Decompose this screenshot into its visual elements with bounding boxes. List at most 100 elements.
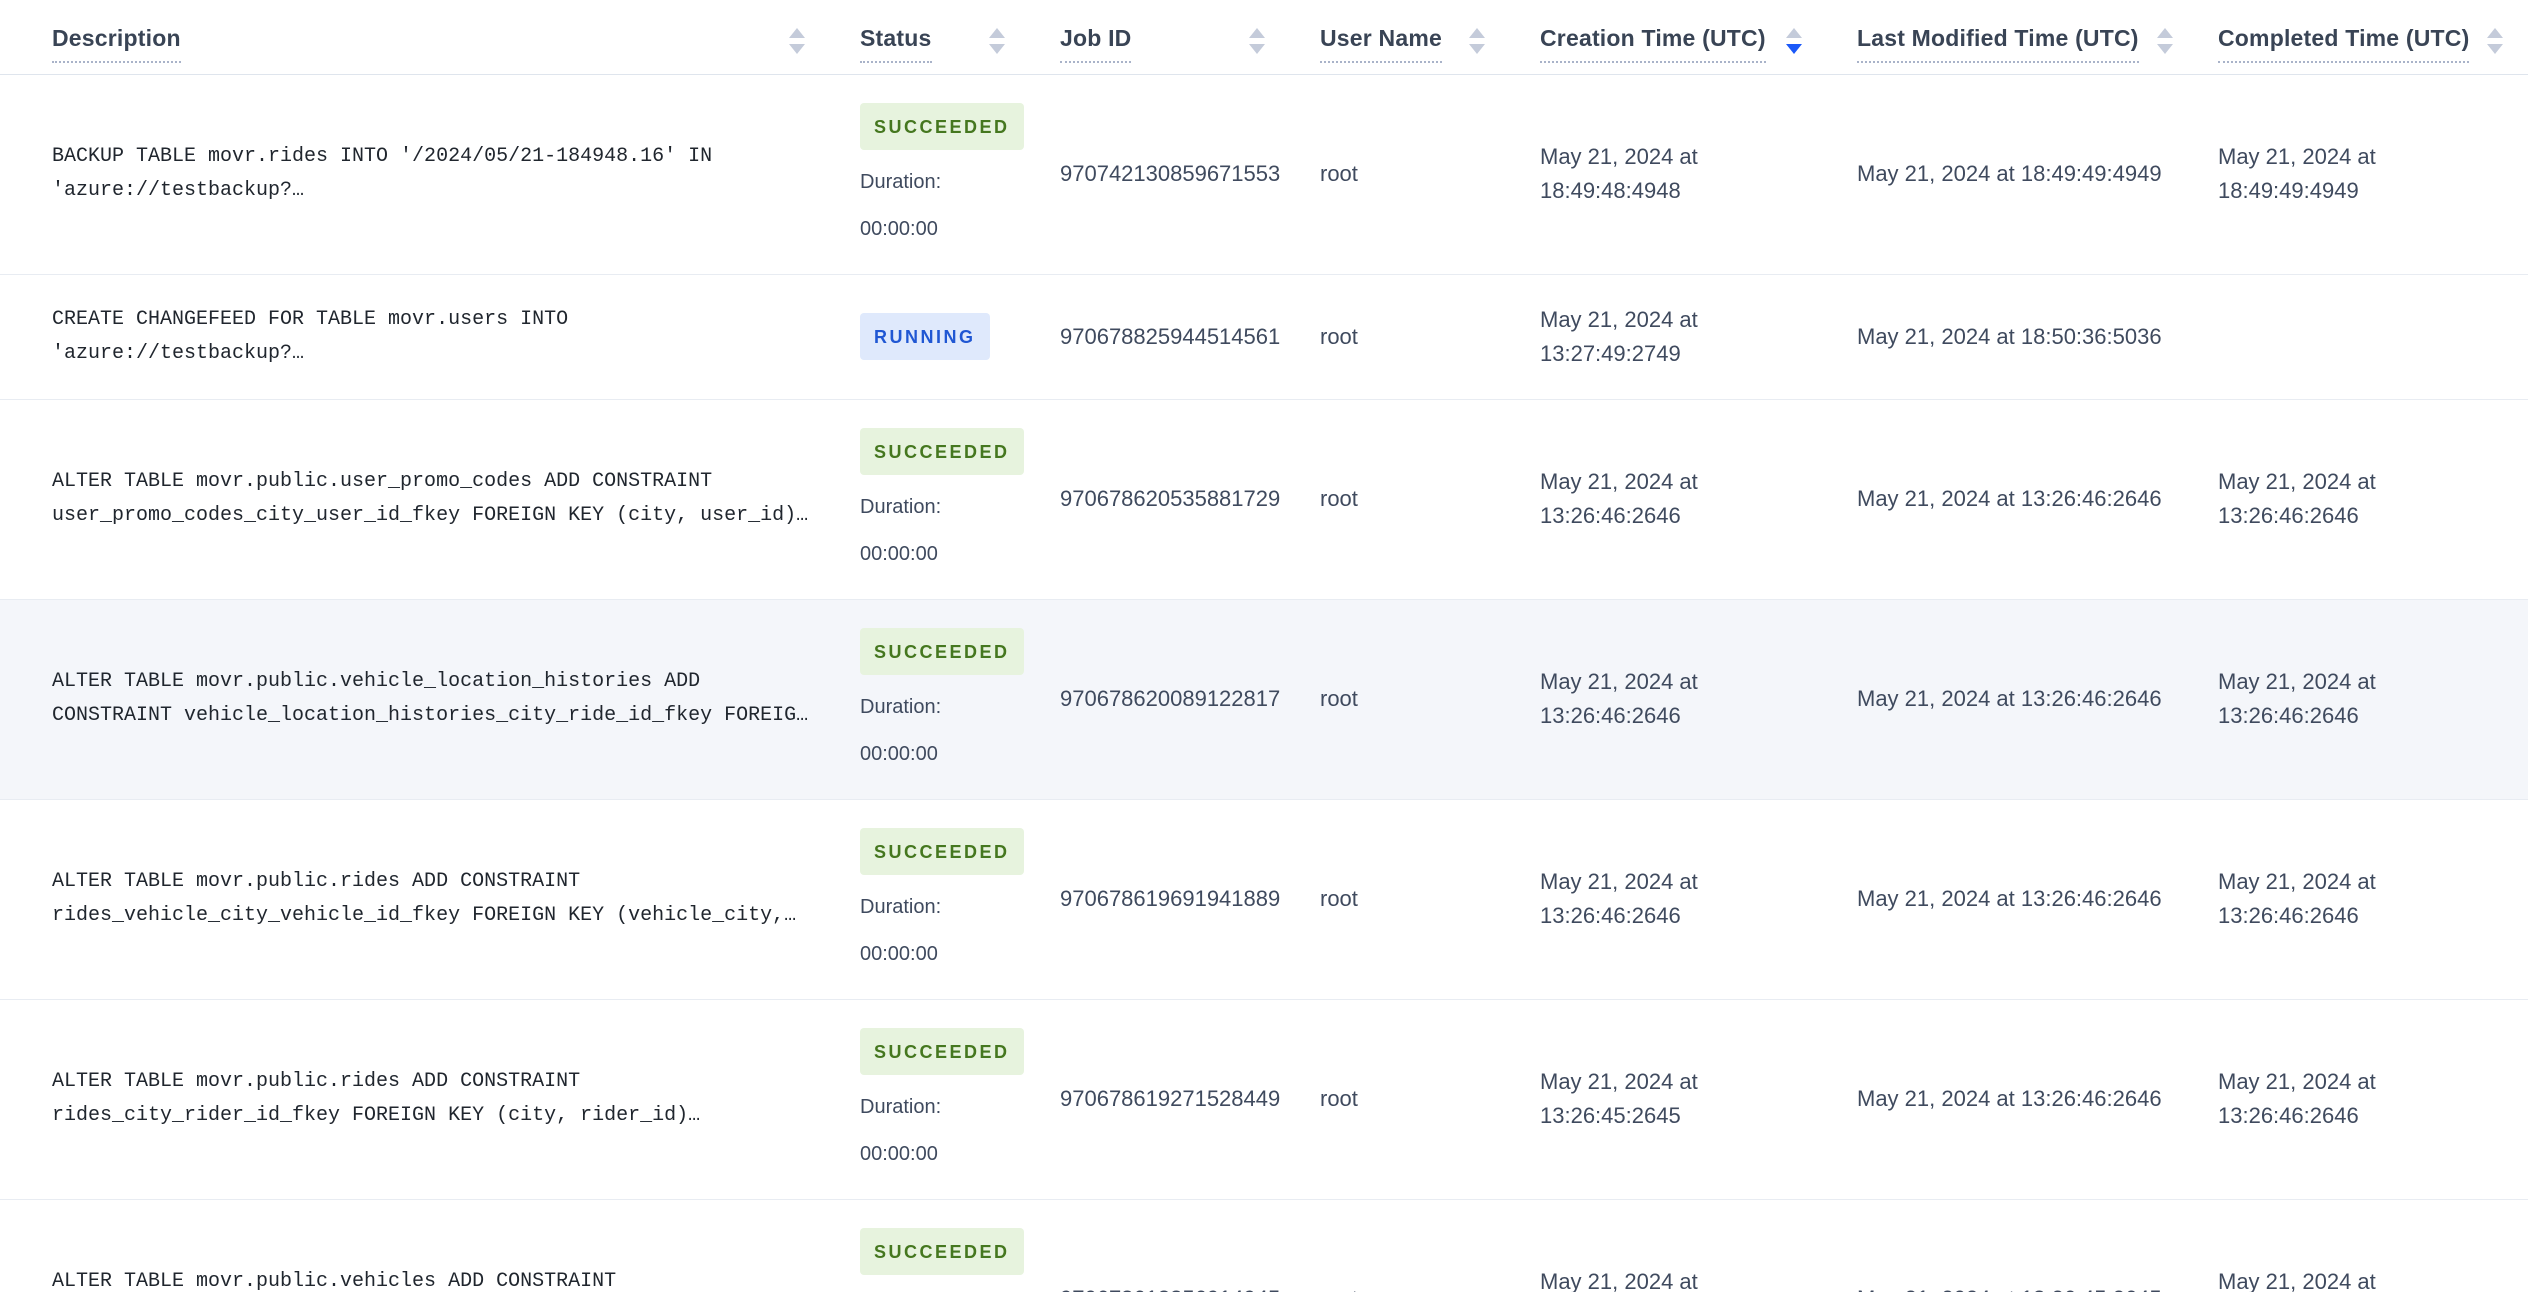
sort-arrows-icon[interactable]	[1786, 27, 1802, 60]
last-modified-time: May 21, 2024 at 18:49:49:4949	[1857, 161, 2162, 186]
table-body: BACKUP TABLE movr.rides INTO '/2024/05/2…	[0, 74, 2528, 1292]
column-header[interactable]: Creation Time (UTC)	[1540, 0, 1857, 75]
job-description[interactable]: CREATE CHANGEFEED FOR TABLE movr.users I…	[52, 303, 830, 371]
completed-time: May 21, 2024 at 13:26:46:2646	[2218, 469, 2376, 528]
duration-label: Duration:	[860, 170, 942, 193]
column-header-label[interactable]: Creation Time (UTC)	[1540, 25, 1766, 63]
job-id: 970678619271528449	[1060, 1086, 1281, 1111]
duration-value: 00:00:00	[860, 217, 938, 240]
job-status-cell: SUCCEEDED Duration: 00:00:00	[860, 1199, 1060, 1292]
sort-arrows-icon[interactable]	[989, 27, 1005, 60]
jobs-table: Description Status Job ID User Name Crea…	[0, 0, 2528, 1292]
status-badge: SUCCEEDED	[860, 427, 1024, 475]
sort-up-arrow-icon	[2487, 27, 2504, 38]
job-description[interactable]: ALTER TABLE movr.public.user_promo_codes…	[52, 465, 830, 533]
column-header-label[interactable]: User Name	[1320, 25, 1442, 63]
job-description[interactable]: ALTER TABLE movr.public.rides ADD CONSTR…	[52, 865, 830, 933]
column-header-label[interactable]: Last Modified Time (UTC)	[1857, 25, 2139, 63]
job-description-cell[interactable]: ALTER TABLE movr.public.rides ADD CONSTR…	[0, 999, 860, 1199]
last-modified-time: May 21, 2024 at 13:26:46:2646	[1857, 1086, 2162, 1111]
column-header[interactable]: Job ID	[1060, 0, 1320, 75]
completed-time: May 21, 2024 at 13:26:45:2645	[2218, 1269, 2376, 1292]
job-status-cell: SUCCEEDED Duration: 00:00:00	[860, 74, 1060, 274]
job-id: 970678620535881729	[1060, 486, 1281, 511]
status-badge: SUCCEEDED	[860, 827, 1024, 875]
job-status-cell: RUNNING	[860, 274, 1060, 399]
job-description[interactable]: ALTER TABLE movr.public.rides ADD CONSTR…	[52, 1065, 830, 1133]
sort-arrows-icon[interactable]	[2156, 27, 2173, 60]
job-description[interactable]: BACKUP TABLE movr.rides INTO '/2024/05/2…	[52, 140, 830, 208]
completed-time: May 21, 2024 at 13:26:46:2646	[2218, 669, 2376, 728]
column-header[interactable]: Completed Time (UTC)	[2218, 0, 2528, 75]
job-description-cell[interactable]: ALTER TABLE movr.public.vehicles ADD CON…	[0, 1199, 860, 1292]
last-modified-time: May 21, 2024 at 13:26:45:2645	[1857, 1199, 2218, 1292]
column-header[interactable]: Description	[0, 0, 860, 75]
duration-value: 00:00:00	[860, 942, 938, 965]
job-status-cell: SUCCEEDED Duration: 00:00:00	[860, 399, 1060, 599]
creation-time: May 21, 2024 at 13:26:46:2646	[1540, 869, 1698, 928]
creation-time: May 21, 2024 at 18:49:48:4948	[1540, 144, 1698, 203]
sort-arrows-icon[interactable]	[1469, 27, 1485, 60]
duration-label: Duration:	[860, 695, 942, 718]
job-description-cell[interactable]: ALTER TABLE movr.public.user_promo_codes…	[0, 399, 860, 599]
last-modified-time: May 21, 2024 at 13:26:46:2646	[1857, 886, 2162, 911]
job-description-cell[interactable]: ALTER TABLE movr.public.vehicle_location…	[0, 599, 860, 799]
table-row[interactable]: ALTER TABLE movr.public.user_promo_codes…	[0, 399, 2528, 599]
table-row[interactable]: ALTER TABLE movr.public.rides ADD CONSTR…	[0, 799, 2528, 999]
column-header[interactable]: Status	[860, 0, 1060, 75]
duration-label: Duration:	[860, 495, 942, 518]
table-header-row: Description Status Job ID User Name Crea…	[0, 0, 2528, 75]
job-description[interactable]: ALTER TABLE movr.public.vehicles ADD CON…	[52, 1265, 830, 1292]
table-row[interactable]: CREATE CHANGEFEED FOR TABLE movr.users I…	[0, 274, 2528, 399]
creation-time: May 21, 2024 at 13:27:49:2749	[1540, 306, 1698, 366]
duration-value: 00:00:00	[860, 1142, 938, 1165]
column-header[interactable]: User Name	[1320, 0, 1540, 75]
column-header-label[interactable]: Description	[52, 25, 181, 63]
job-id: 970678825944514561	[1060, 323, 1281, 349]
column-header-label[interactable]: Job ID	[1060, 25, 1132, 63]
status-badge: SUCCEEDED	[860, 627, 1024, 675]
table-row[interactable]: ALTER TABLE movr.public.vehicle_location…	[0, 599, 2528, 799]
table-row[interactable]: ALTER TABLE movr.public.rides ADD CONSTR…	[0, 999, 2528, 1199]
jobs-page: Description Status Job ID User Name Crea…	[0, 0, 2528, 1292]
status-badge: SUCCEEDED	[860, 1227, 1024, 1275]
last-modified-time: May 21, 2024 at 13:26:46:2646	[1857, 486, 2162, 511]
column-header[interactable]: Last Modified Time (UTC)	[1857, 0, 2218, 75]
user-name: root	[1320, 323, 1358, 349]
table-row[interactable]: BACKUP TABLE movr.rides INTO '/2024/05/2…	[0, 74, 2528, 274]
job-description[interactable]: ALTER TABLE movr.public.vehicle_location…	[52, 665, 830, 733]
job-id: 970678618856914945	[1060, 1199, 1320, 1292]
sort-down-arrow-icon	[789, 43, 805, 54]
job-id: 970678620089122817	[1060, 686, 1281, 711]
sort-up-arrow-icon	[1249, 27, 1265, 38]
completed-time: May 21, 2024 at 13:26:46:2646	[2218, 1069, 2376, 1128]
sort-up-arrow-icon	[1786, 27, 1802, 38]
user-name: root	[1320, 161, 1358, 186]
completed-time: May 21, 2024 at 13:26:46:2646	[2218, 869, 2376, 928]
user-name: root	[1320, 1086, 1358, 1111]
sort-up-arrow-icon	[2156, 27, 2173, 38]
column-header-label[interactable]: Completed Time (UTC)	[2218, 25, 2470, 63]
last-modified-time: May 21, 2024 at 18:50:36:5036	[1857, 323, 2162, 349]
sort-down-arrow-icon	[1786, 43, 1802, 54]
column-header-label[interactable]: Status	[860, 25, 932, 63]
creation-time: May 21, 2024 at 13:26:45:2645	[1540, 1069, 1698, 1128]
sort-arrows-icon[interactable]	[789, 27, 805, 60]
table-row[interactable]: ALTER TABLE movr.public.vehicles ADD CON…	[0, 1199, 2528, 1292]
sort-down-arrow-icon	[989, 43, 1005, 54]
sort-arrows-icon[interactable]	[1249, 27, 1265, 60]
job-description-cell[interactable]: BACKUP TABLE movr.rides INTO '/2024/05/2…	[0, 74, 860, 274]
creation-time: May 21, 2024 at 13:26:46:2646	[1540, 469, 1698, 528]
creation-time: May 21, 2024 at 13:26:46:2646	[1540, 669, 1698, 728]
job-id: 970742130859671553	[1060, 161, 1281, 186]
duration-label: Duration:	[860, 895, 942, 918]
user-name: root	[1320, 1199, 1540, 1292]
sort-up-arrow-icon	[989, 27, 1005, 38]
job-description-cell[interactable]: CREATE CHANGEFEED FOR TABLE movr.users I…	[0, 274, 860, 399]
sort-up-arrow-icon	[1469, 27, 1485, 38]
sort-arrows-icon[interactable]	[2487, 27, 2504, 60]
job-status-cell: SUCCEEDED Duration: 00:00:00	[860, 799, 1060, 999]
user-name: root	[1320, 686, 1358, 711]
job-status-cell: SUCCEEDED Duration: 00:00:00	[860, 999, 1060, 1199]
job-description-cell[interactable]: ALTER TABLE movr.public.rides ADD CONSTR…	[0, 799, 860, 999]
